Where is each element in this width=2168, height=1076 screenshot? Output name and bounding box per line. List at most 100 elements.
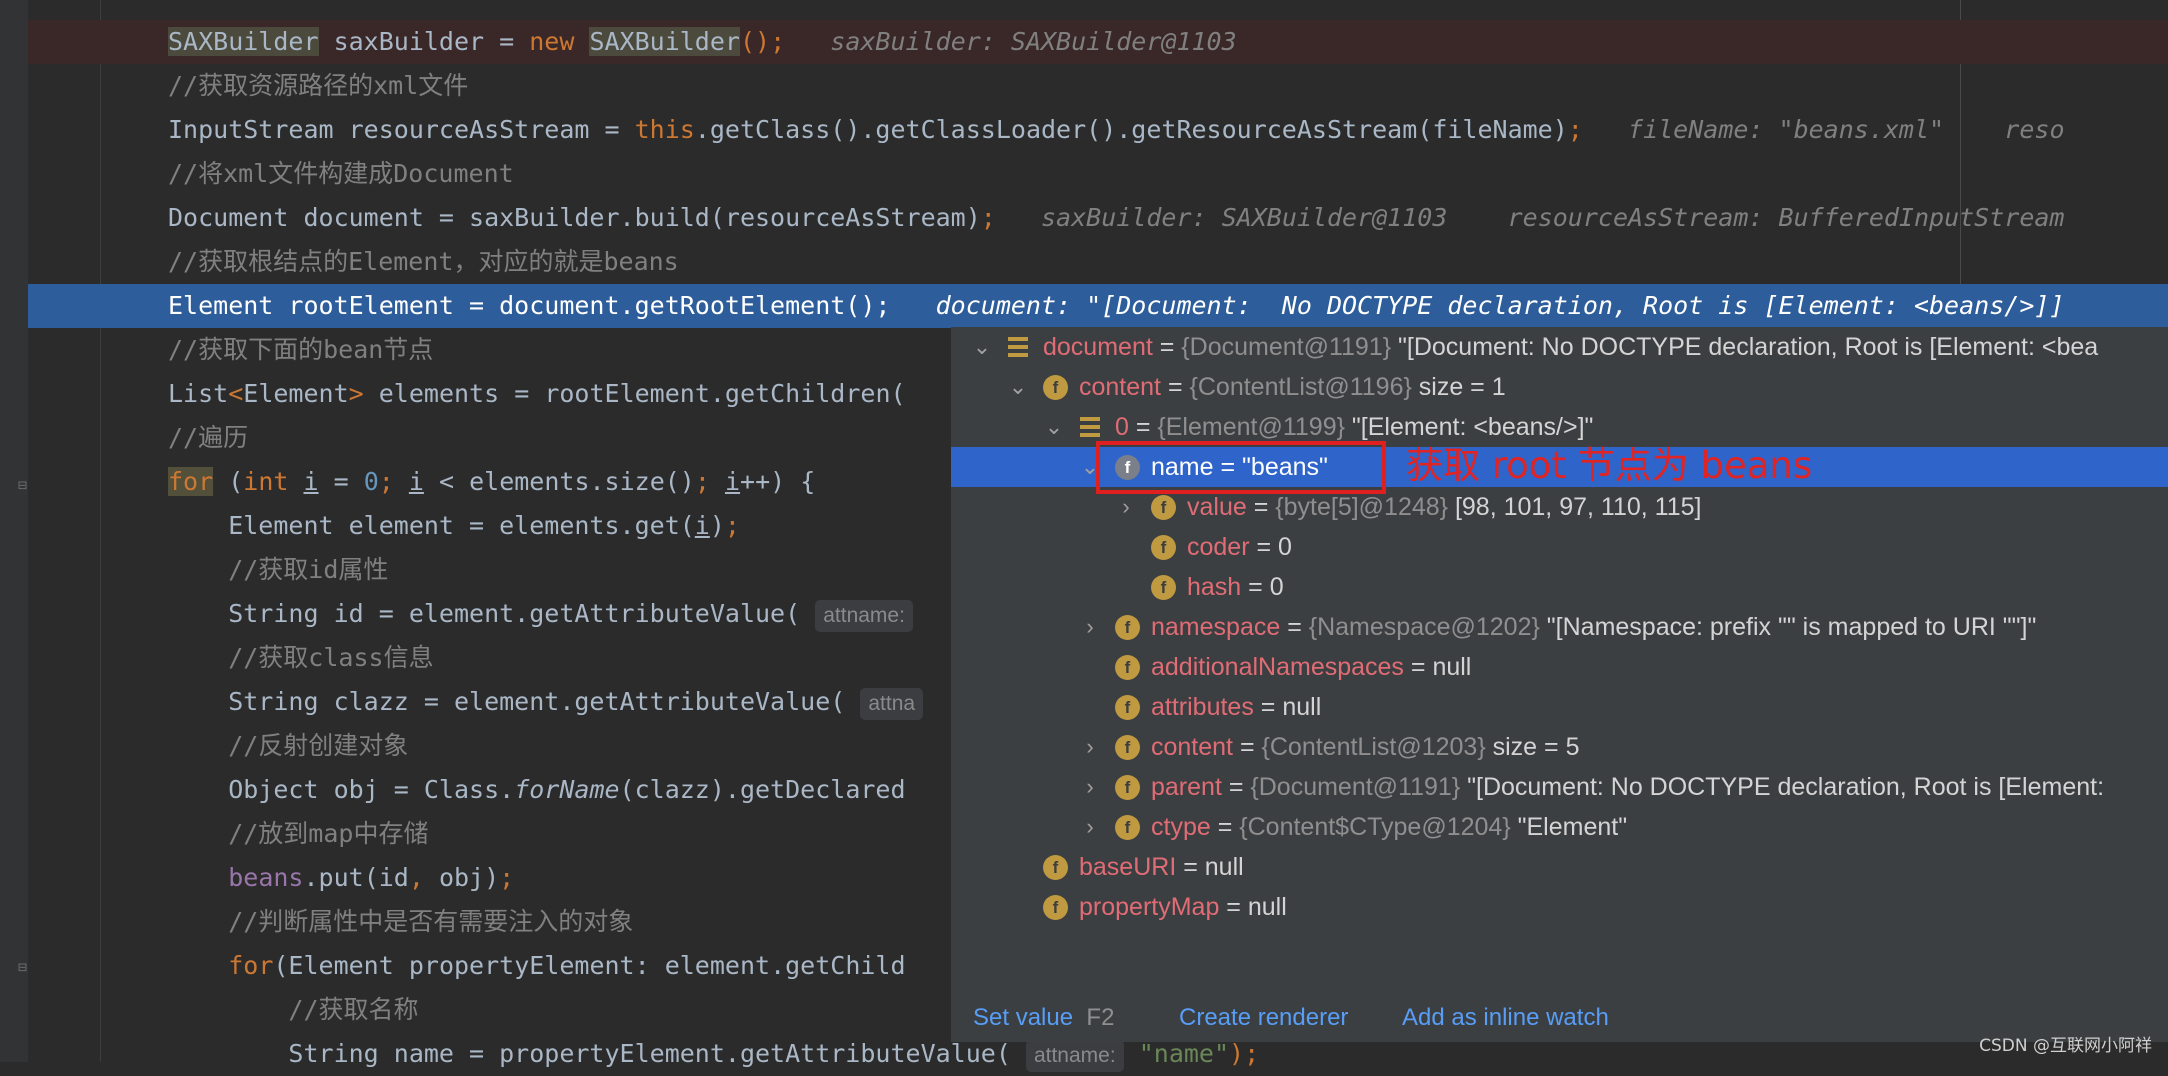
- tree-node-parent[interactable]: › f parent = {Document@1191} "[Document: N…: [951, 767, 2168, 807]
- field-icon: f: [1115, 655, 1140, 680]
- variable-name: value: [1187, 493, 1247, 521]
- variable-value: "[Document: No DOCTYPE declaration, Root…: [1398, 333, 2099, 361]
- chevron-down-icon[interactable]: ⌄: [971, 327, 993, 367]
- variable-value: null: [1204, 853, 1244, 881]
- variable-name: 0: [1115, 413, 1129, 441]
- code-token: "name": [1138, 1039, 1230, 1068]
- variable-name: namespace: [1151, 613, 1281, 641]
- equals-sign: =: [1176, 853, 1205, 881]
- tree-node-additionalnamespaces[interactable]: f additionalNamespaces = null: [951, 647, 2168, 687]
- code-token: //获取class信息: [168, 643, 434, 672]
- tree-node-propertymap[interactable]: f propertyMap = null: [951, 887, 2168, 927]
- variable-value: null: [1432, 653, 1472, 681]
- code-token: (Element propertyElement: element.getChi…: [273, 951, 906, 980]
- equals-sign: =: [1161, 373, 1190, 401]
- code-line[interactable]: //获取资源路径的xml文件: [28, 64, 2168, 108]
- code-token: =: [318, 467, 364, 496]
- variable-type: {byte[5]@1248}: [1275, 493, 1455, 521]
- code-token: obj): [438, 863, 500, 892]
- code-token: String clazz = element.getAttributeValue…: [168, 687, 861, 716]
- chevron-right-icon[interactable]: ›: [1079, 807, 1101, 847]
- code-token: //获取资源路径的xml文件: [168, 71, 469, 100]
- variable-type: {Document@1191}: [1181, 333, 1399, 361]
- variable-name: propertyMap: [1079, 893, 1220, 921]
- tree-node-ctype[interactable]: › f ctype = {Content$CType@1204} "Element": [951, 807, 2168, 847]
- code-token: ;: [378, 467, 409, 496]
- variable-name: parent: [1151, 773, 1222, 801]
- equals-sign: =: [1253, 693, 1283, 721]
- code-token: <: [228, 379, 244, 408]
- variable-name: content: [1151, 733, 1234, 761]
- equals-sign: =: [1241, 573, 1270, 601]
- create-renderer-link[interactable]: Create renderer: [1179, 994, 1348, 1042]
- variable-type: {ContentList@1196}: [1189, 373, 1419, 401]
- code-line[interactable]: Document document = saxBuilder.build(res…: [28, 196, 2168, 240]
- chevron-right-icon[interactable]: ›: [1079, 727, 1101, 767]
- chevron-down-icon[interactable]: ⌄: [1043, 407, 1065, 447]
- equals-sign: =: [1210, 813, 1240, 841]
- chevron-right-icon[interactable]: ›: [1079, 767, 1101, 807]
- code-token: beans: [228, 863, 304, 892]
- tree-node-hash[interactable]: f hash = 0: [951, 567, 2168, 607]
- code-token: int: [243, 467, 289, 496]
- equals-sign: =: [1246, 493, 1276, 521]
- tree-node-attributes[interactable]: f attributes = null: [951, 687, 2168, 727]
- set-value-label[interactable]: Set value: [973, 1004, 1073, 1031]
- field-icon: f: [1115, 735, 1140, 760]
- chevron-down-icon[interactable]: ⌄: [1007, 367, 1029, 407]
- tree-node-coder[interactable]: f coder = 0: [951, 527, 2168, 567]
- code-line[interactable]: //获取根结点的Element，对应的就是beans: [28, 240, 2168, 284]
- code-line[interactable]: //将xml文件构建成Document: [28, 152, 2168, 196]
- variable-value: null: [1247, 893, 1287, 921]
- code-token: 0: [363, 467, 379, 496]
- editor-gutter: [0, 0, 28, 1062]
- field-icon: f: [1151, 535, 1176, 560]
- tree-node-baseuri[interactable]: f baseURI = null: [951, 847, 2168, 887]
- code-token: ;: [980, 203, 996, 232]
- code-token: ++) {: [740, 467, 816, 496]
- field-icon: f: [1151, 495, 1176, 520]
- code-line[interactable]: Element rootElement = document.getRootEl…: [28, 284, 2168, 328]
- variable-type: {Document@1191}: [1250, 773, 1468, 801]
- code-token: i: [694, 511, 710, 540]
- code-token: List: [168, 379, 229, 408]
- debug-variables-popup[interactable]: ⌄ document = {Document@1191} "[Document: …: [951, 327, 2168, 1042]
- parameter-hint: attname:: [1025, 1040, 1124, 1072]
- tree-node-namespace[interactable]: › f namespace = {Namespace@1202} "[Namespa…: [951, 607, 2168, 647]
- field-icon: f: [1151, 575, 1176, 600]
- tree-node-content[interactable]: ⌄ f content = {ContentList@1196} size = 1: [951, 367, 2168, 407]
- add-inline-watch-link[interactable]: Add as inline watch: [1402, 994, 1609, 1042]
- code-line[interactable]: SAXBuilder saxBuilder = new SAXBuilder()…: [28, 20, 2168, 64]
- code-token: i: [408, 467, 424, 496]
- code-token: ;: [499, 863, 515, 892]
- tree-node-content[interactable]: › f content = {ContentList@1203} size = 5: [951, 727, 2168, 767]
- set-value-link[interactable]: Set value F2: [973, 994, 1114, 1042]
- equals-sign: =: [1128, 413, 1158, 441]
- code-token: forName: [514, 775, 620, 804]
- code-token: i: [303, 467, 319, 496]
- variable-value: size = 1: [1418, 373, 1506, 401]
- code-token: //获取根结点的Element，对应的就是beans: [168, 247, 679, 276]
- equals-sign: =: [1403, 653, 1433, 681]
- tree-node-document[interactable]: ⌄ document = {Document@1191} "[Document: …: [951, 327, 2168, 367]
- inline-debug-value: saxBuilder: SAXBuilder@1103 resourceAsSt…: [995, 203, 2065, 232]
- code-token: Element element = elements.get(: [168, 511, 695, 540]
- code-token: //判断属性中是否有需要注入的对象: [168, 907, 634, 936]
- code-line[interactable]: InputStream resourceAsStream = this.getC…: [28, 108, 2168, 152]
- field-icon: f: [1115, 775, 1140, 800]
- chevron-right-icon[interactable]: ›: [1079, 607, 1101, 647]
- code-token: ,: [408, 863, 439, 892]
- variable-value: size = 5: [1492, 733, 1580, 761]
- code-token: new: [529, 27, 575, 56]
- code-token: (: [213, 467, 244, 496]
- code-token: //将xml文件构建成Document: [168, 159, 514, 188]
- equals-sign: =: [1249, 533, 1279, 561]
- field-icon: f: [1043, 855, 1068, 880]
- variable-name: attributes: [1151, 693, 1254, 721]
- equals-sign: =: [1280, 613, 1309, 641]
- parameter-hint: attna: [860, 688, 924, 720]
- code-token: for: [168, 467, 214, 496]
